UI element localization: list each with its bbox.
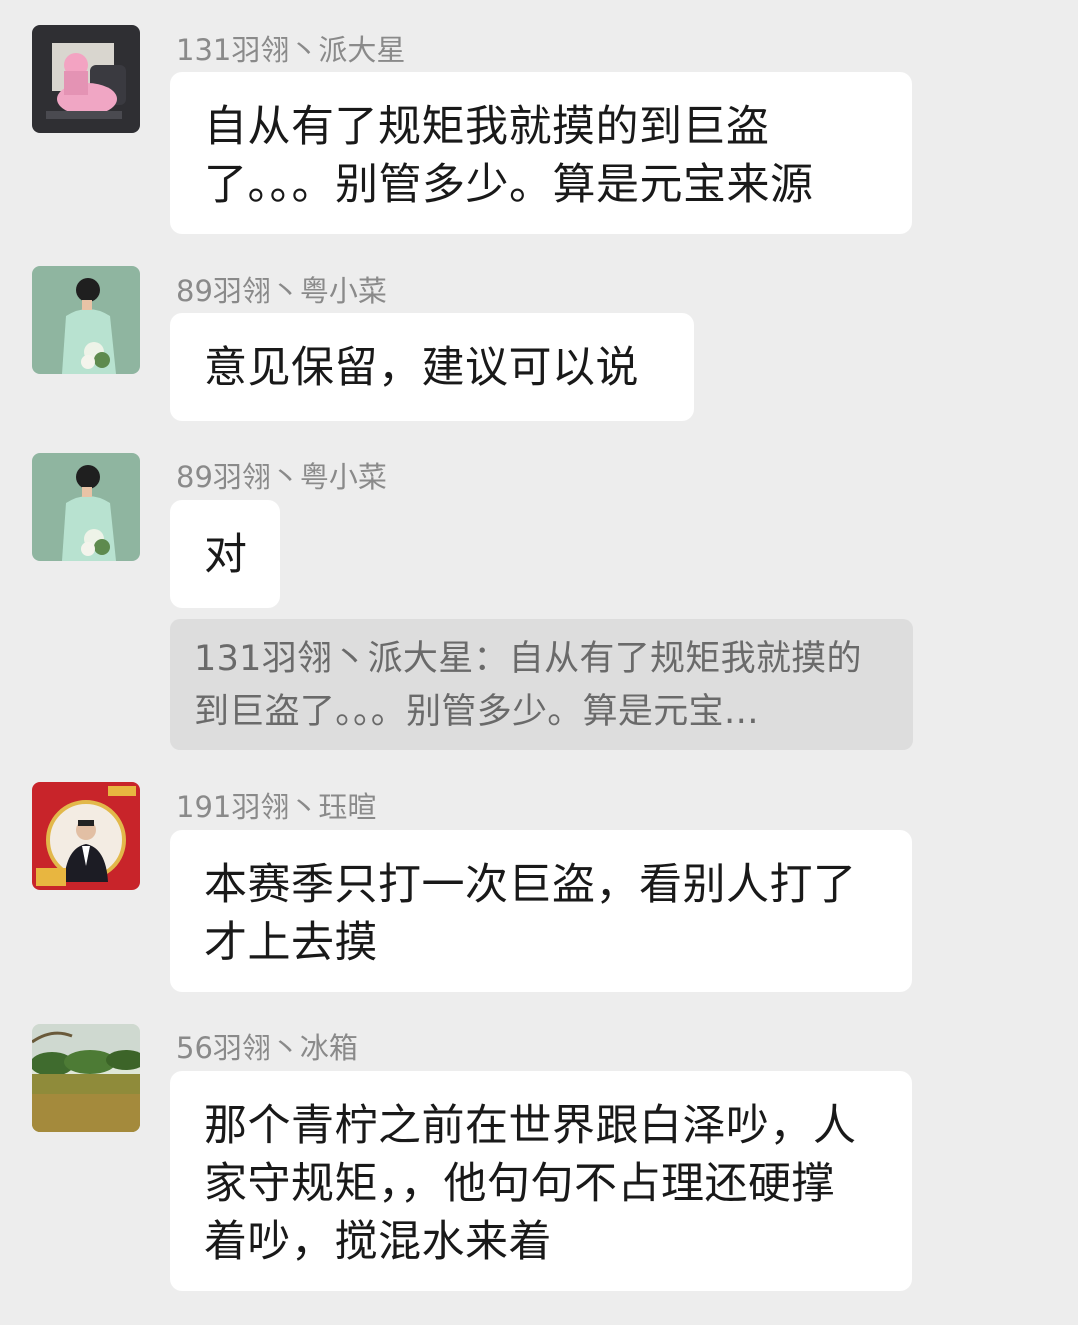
man-with-flowers-avatar[interactable] xyxy=(32,266,140,374)
patrick-star-avatar[interactable] xyxy=(32,25,140,133)
man-with-flowers-avatar[interactable] xyxy=(32,453,140,561)
sender-name: 131羽翎丶派大星 xyxy=(176,33,406,67)
sender-name: 56羽翎丶冰箱 xyxy=(176,1031,358,1065)
message-bubble[interactable]: 意见保留，建议可以说 xyxy=(170,313,694,421)
sender-name: 191羽翎丶珏暄 xyxy=(176,790,377,824)
businessman-red-frame-avatar[interactable] xyxy=(32,782,140,890)
message-bubble[interactable]: 本赛季只打一次巨盗，看别人打了才上去摸 xyxy=(170,830,912,992)
sender-name: 89羽翎丶粤小菜 xyxy=(176,274,387,308)
message-bubble[interactable]: 那个青柠之前在世界跟白泽吵，人家守规矩，，他句句不占理还硬撑着吵，搅混水来着 xyxy=(170,1071,912,1291)
quoted-message[interactable]: 131羽翎丶派大星：自从有了规矩我就摸的到巨盗了。。。别管多少。算是元宝… xyxy=(170,619,913,750)
message-bubble[interactable]: 对 xyxy=(170,500,280,608)
message-bubble[interactable]: 自从有了规矩我就摸的到巨盗了。。。别管多少。算是元宝来源 xyxy=(170,72,912,234)
park-landscape-avatar[interactable] xyxy=(32,1024,140,1132)
sender-name: 89羽翎丶粤小菜 xyxy=(176,460,387,494)
